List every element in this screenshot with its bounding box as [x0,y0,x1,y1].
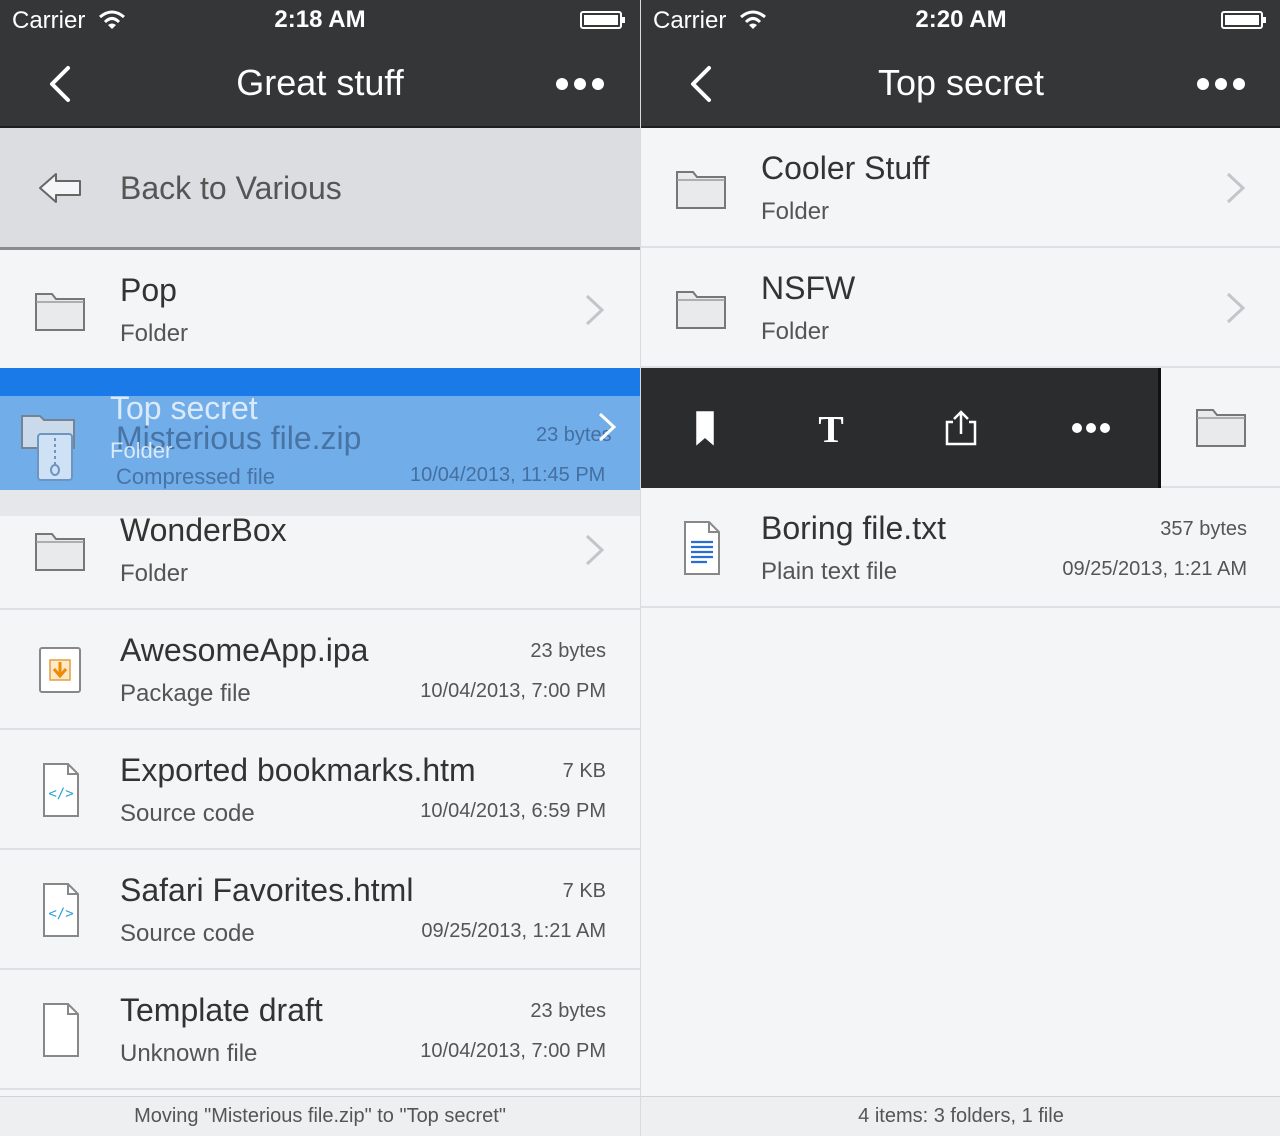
item-subtitle: Source code [120,800,255,827]
page-title: Top secret [877,62,1045,103]
back-to-parent-row[interactable]: Back to Various [0,128,640,250]
drop-target-highlight [0,368,640,396]
item-subtitle: Unknown file [120,1040,258,1067]
list-item[interactable]: NSFW Folder [641,248,1280,368]
item-size: 23 bytes [530,640,606,662]
item-subtitle: Plain text file [761,558,898,585]
drop-target-subtitle: Folder [110,438,173,463]
list-item[interactable]: Cooler Stuff Folder [641,128,1280,248]
svg-text:</>: </> [48,906,73,922]
item-size: 7 KB [562,760,606,782]
text-file-icon [684,521,720,575]
left-screen: Carrier 2:18 AM Great stuff Back to Vari… [0,0,640,1136]
dragged-item-subtitle: Compressed file [116,464,275,489]
list-item[interactable]: </> Safari Favorites.html Source code 7 … [0,850,640,970]
more-options-icon[interactable] [552,70,608,98]
item-date: 10/04/2013, 7:00 PM [420,680,606,702]
swipe-action-bar: T [641,368,1161,488]
folder-icon [676,171,726,209]
list-item[interactable]: </> Exported bookmarks.htm Source code 7… [0,730,640,850]
item-subtitle: Folder [761,198,830,225]
item-date: 09/25/2013, 1:21 AM [1062,558,1247,580]
item-date: 09/25/2013, 1:21 AM [421,920,606,942]
source-code-icon: </> [43,883,79,937]
chevron-right-icon [585,294,605,326]
item-title: AwesomeApp.ipa [120,632,369,668]
item-title: Template draft [120,992,323,1028]
list-item[interactable]: Boring file.txt Plain text file 357 byte… [641,488,1280,608]
battery-icon [1221,11,1266,29]
chevron-right-icon [1226,172,1246,204]
item-subtitle: Folder [761,318,830,345]
chevron-right-icon [1226,292,1246,324]
item-size: 7 KB [562,880,606,902]
package-icon [39,647,81,693]
item-title: WonderBox [120,512,287,548]
rename-text-icon[interactable]: T [811,408,851,448]
list-item[interactable]: WonderBox Folder [0,490,640,610]
item-title: Boring file.txt [761,510,946,546]
battery-icon [580,11,625,29]
dragged-item-date: 10/04/2013, 11:45 PM [410,464,606,486]
folder-icon [1196,409,1246,447]
navigation-bar: Top secret [641,40,1280,128]
swiped-row-icon-cell[interactable] [1161,368,1280,488]
folder-icon [676,291,726,329]
back-row-label: Back to Various [120,170,342,206]
right-screen: Carrier 2:20 AM Top secret Cooler Stuff … [640,0,1280,1136]
clock-label: 2:20 AM [915,6,1007,33]
zip-file-icon [21,415,75,481]
item-date: 10/04/2013, 7:00 PM [420,1040,606,1062]
item-title: Safari Favorites.html [120,872,414,908]
share-icon[interactable] [941,408,981,448]
bookmark-icon[interactable] [685,408,725,448]
unknown-file-icon [43,1003,79,1057]
item-subtitle: Folder [120,320,189,347]
svg-text:T: T [818,409,843,448]
item-title: Cooler Stuff [761,150,930,186]
item-size: 23 bytes [530,1000,606,1022]
back-arrow-icon [39,173,81,203]
item-size: 357 bytes [1160,518,1247,540]
navigation-bar: Great stuff [0,40,640,128]
list-item[interactable]: AwesomeApp.ipa Package file 23 bytes 10/… [0,610,640,730]
chevron-right-icon [598,412,617,442]
item-title: NSFW [761,270,856,306]
chevron-right-icon [585,534,605,566]
list-item[interactable]: Template draft Unknown file 23 bytes 10/… [0,970,640,1090]
item-subtitle: Source code [120,920,255,947]
svg-text:</>: </> [48,786,73,802]
source-code-icon: </> [43,763,79,817]
status-footer: 4 items: 3 folders, 1 file [641,1096,1280,1136]
status-footer: Moving "Misterious file.zip" to "Top sec… [0,1096,640,1136]
item-subtitle: Folder [120,560,189,587]
more-options-icon[interactable] [1193,70,1249,98]
page-title: Great stuff [236,62,404,103]
folder-icon [35,293,85,331]
folder-icon [35,533,85,571]
more-icon[interactable] [1071,408,1111,448]
item-subtitle: Package file [120,680,251,707]
status-bar: Carrier 2:20 AM [641,0,1280,40]
status-bar: Carrier 2:18 AM [0,0,640,40]
clock-label: 2:18 AM [274,6,366,33]
item-title: Exported bookmarks.htm [120,752,476,788]
item-title: Pop [120,272,177,308]
item-date: 10/04/2013, 6:59 PM [420,800,606,822]
list-item[interactable]: Pop Folder [0,250,640,370]
